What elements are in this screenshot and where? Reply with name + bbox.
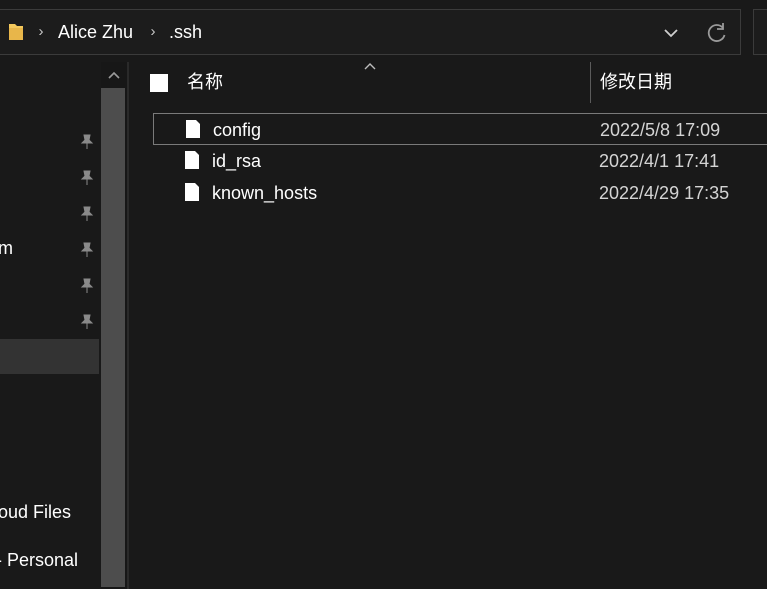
file-date: 2022/4/1 17:41 <box>599 151 720 171</box>
select-all-checkbox[interactable] <box>150 74 168 92</box>
sort-ascending-icon <box>364 63 376 70</box>
column-divider[interactable] <box>590 62 591 103</box>
file-icon <box>186 120 200 138</box>
address-toolbar: › Alice Zhu › .ssh <box>0 0 767 62</box>
nav-item-personal[interactable]: - Personal <box>0 549 78 571</box>
chevron-up-icon[interactable] <box>106 68 122 82</box>
nav-scrollbar-thumb[interactable] <box>101 88 125 587</box>
pin-icon[interactable] <box>78 204 96 222</box>
pin-icon[interactable] <box>78 312 96 330</box>
folder-icon <box>9 24 23 40</box>
file-icon <box>185 183 199 201</box>
refresh-icon[interactable] <box>703 19 731 47</box>
pin-icon[interactable] <box>78 132 96 150</box>
nav-item-selected[interactable] <box>0 339 99 374</box>
pin-icon[interactable] <box>78 168 96 186</box>
file-name: known_hosts <box>212 183 318 203</box>
file-row-known-hosts[interactable]: known_hosts 2022/4/29 17:35 <box>153 177 767 209</box>
file-name: config <box>213 120 262 140</box>
column-header-date-modified[interactable]: 修改日期 <box>600 71 672 93</box>
breadcrumb-separator-icon[interactable]: › <box>147 23 159 41</box>
pin-icon[interactable] <box>78 276 96 294</box>
navigation-pane: m oud Files - Personal <box>0 62 127 589</box>
address-bar[interactable]: › Alice Zhu › .ssh <box>0 9 741 55</box>
file-row-config[interactable]: config 2022/5/8 17:09 <box>153 113 767 145</box>
column-header-name[interactable]: 名称 <box>187 71 223 93</box>
file-icon <box>185 151 199 169</box>
pin-icon[interactable] <box>78 240 96 258</box>
breadcrumb-ssh[interactable]: .ssh <box>169 21 202 43</box>
nav-item-label[interactable]: m <box>0 237 13 259</box>
search-field[interactable] <box>753 9 767 55</box>
file-name: id_rsa <box>212 151 262 171</box>
chevron-down-icon[interactable] <box>658 21 684 45</box>
file-row-id-rsa[interactable]: id_rsa 2022/4/1 17:41 <box>153 145 767 177</box>
breadcrumb-alice-zhu[interactable]: Alice Zhu <box>58 21 133 43</box>
file-list: 名称 修改日期 config 2022/5/8 17:09 id_rsa 202… <box>129 62 767 589</box>
nav-item-cloud-files[interactable]: oud Files <box>0 501 71 523</box>
file-date: 2022/4/29 17:35 <box>599 183 730 203</box>
breadcrumb-separator-icon[interactable]: › <box>35 23 47 41</box>
file-date: 2022/5/8 17:09 <box>600 120 721 140</box>
